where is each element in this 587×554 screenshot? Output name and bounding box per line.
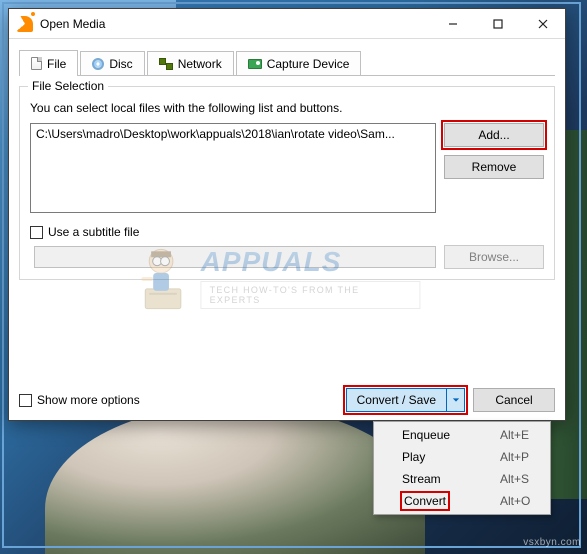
tab-capture-device[interactable]: Capture Device: [236, 51, 362, 75]
vlc-cone-icon: [17, 16, 33, 32]
menu-item-convert[interactable]: Convert Alt+O: [376, 490, 548, 512]
show-more-options-label: Show more options: [37, 393, 140, 407]
menu-item-accel: Alt+O: [500, 494, 548, 508]
menu-item-stream[interactable]: Stream Alt+S: [376, 468, 548, 490]
tab-label: Disc: [109, 57, 132, 71]
subtitle-checkbox-label: Use a subtitle file: [48, 225, 139, 239]
network-icon: [159, 58, 173, 70]
menu-item-label: Stream: [400, 472, 500, 486]
disc-icon: [92, 58, 104, 70]
titlebar: Open Media: [9, 9, 565, 39]
cancel-button[interactable]: Cancel: [473, 388, 555, 412]
convert-save-split-button[interactable]: Convert / Save: [346, 388, 465, 412]
menu-item-label: Convert: [400, 493, 500, 509]
checkbox-icon: [30, 226, 43, 239]
menu-item-label: Play: [400, 450, 500, 464]
menu-item-enqueue[interactable]: Enqueue Alt+E: [376, 424, 548, 446]
show-more-options-checkbox[interactable]: Show more options: [19, 393, 140, 407]
split-dropdown-arrow[interactable]: [447, 388, 465, 412]
minimize-button[interactable]: [430, 10, 475, 38]
tabstrip: File Disc Network Capture Device: [19, 49, 555, 76]
tab-disc[interactable]: Disc: [80, 51, 144, 75]
tab-label: Network: [178, 57, 222, 71]
convert-save-menu: Enqueue Alt+E Play Alt+P Stream Alt+S Co…: [373, 421, 551, 515]
file-list[interactable]: C:\Users\madro\Desktop\work\appuals\2018…: [30, 123, 436, 213]
close-button[interactable]: [520, 10, 565, 38]
menu-item-accel: Alt+P: [500, 450, 548, 464]
convert-save-label[interactable]: Convert / Save: [346, 388, 447, 412]
menu-item-play[interactable]: Play Alt+P: [376, 446, 548, 468]
tab-network[interactable]: Network: [147, 51, 234, 75]
browse-button: Browse...: [444, 245, 544, 269]
maximize-button[interactable]: [475, 10, 520, 38]
checkbox-icon: [19, 394, 32, 407]
group-legend: File Selection: [28, 79, 108, 93]
menu-item-accel: Alt+E: [500, 428, 548, 442]
open-media-window: Open Media File Disc Network: [8, 8, 566, 421]
file-list-item[interactable]: C:\Users\madro\Desktop\work\appuals\2018…: [36, 127, 395, 141]
subtitle-path-input: [34, 246, 436, 268]
group-hint: You can select local files with the foll…: [30, 101, 544, 115]
tab-label: File: [47, 57, 66, 71]
file-page-icon: [31, 57, 42, 70]
capture-device-icon: [248, 59, 262, 69]
menu-item-label: Enqueue: [400, 428, 500, 442]
site-watermark: vsxbyn.com: [523, 537, 581, 548]
file-zone: C:\Users\madro\Desktop\work\appuals\2018…: [30, 123, 544, 213]
menu-item-accel: Alt+S: [500, 472, 548, 486]
tab-label: Capture Device: [267, 57, 350, 71]
file-selection-group: File Selection You can select local file…: [19, 86, 555, 280]
subtitle-checkbox[interactable]: Use a subtitle file: [30, 225, 139, 239]
add-button[interactable]: Add...: [444, 123, 544, 147]
tab-file[interactable]: File: [19, 50, 78, 76]
remove-button[interactable]: Remove: [444, 155, 544, 179]
window-title: Open Media: [40, 17, 430, 31]
